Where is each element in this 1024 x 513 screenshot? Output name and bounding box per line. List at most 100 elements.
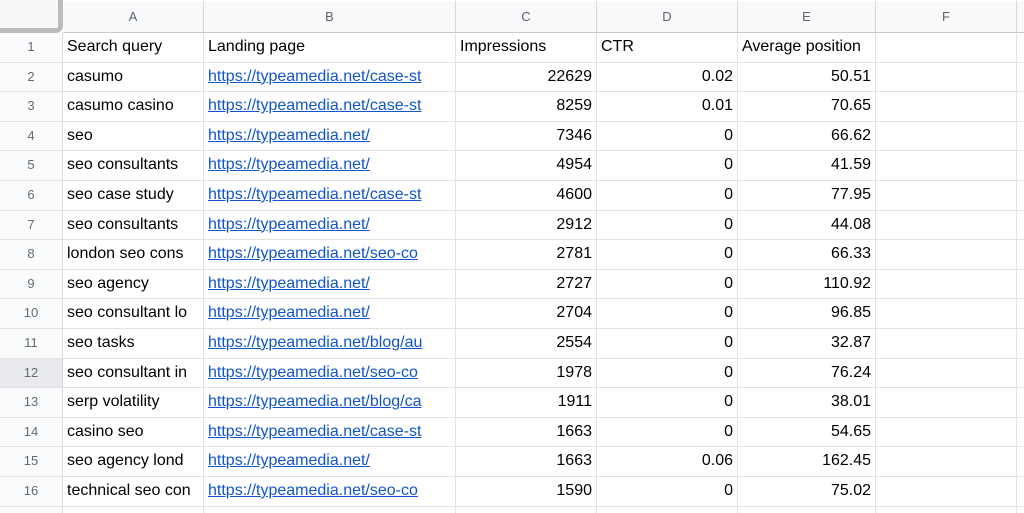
- cell-D6-ctr[interactable]: 0: [597, 181, 738, 211]
- cell-E8-average-position[interactable]: 66.33: [738, 240, 876, 270]
- cell-A9-search-query[interactable]: seo agency: [63, 270, 204, 300]
- cell-B7-landing-page-link[interactable]: https://typeamedia.net/: [204, 211, 456, 241]
- cell-F1[interactable]: [876, 33, 1017, 63]
- cell-D16-ctr[interactable]: 0: [597, 477, 738, 507]
- cell-B12-landing-page-link[interactable]: https://typeamedia.net/seo-co: [204, 359, 456, 389]
- column-header-f[interactable]: F: [876, 0, 1017, 33]
- cell-D12-ctr[interactable]: 0: [597, 359, 738, 389]
- cell-C8-impressions[interactable]: 2781: [456, 240, 597, 270]
- cell-F5[interactable]: [876, 151, 1017, 181]
- row-header-13[interactable]: 13: [0, 388, 63, 418]
- row-header-14[interactable]: 14: [0, 418, 63, 448]
- row-header-11[interactable]: 11: [0, 329, 63, 359]
- cell-E14-average-position[interactable]: 54.65: [738, 418, 876, 448]
- cell-B9-landing-page-link[interactable]: https://typeamedia.net/: [204, 270, 456, 300]
- row-header-5[interactable]: 5: [0, 151, 63, 181]
- cell-F7[interactable]: [876, 211, 1017, 241]
- cell-F13[interactable]: [876, 388, 1017, 418]
- cell-E6-average-position[interactable]: 77.95: [738, 181, 876, 211]
- cell-F16[interactable]: [876, 477, 1017, 507]
- select-all-corner[interactable]: [0, 0, 63, 33]
- row-header-8[interactable]: 8: [0, 240, 63, 270]
- cell-F15[interactable]: [876, 447, 1017, 477]
- cell-B8-landing-page-link[interactable]: https://typeamedia.net/seo-co: [204, 240, 456, 270]
- cell-E3-average-position[interactable]: 70.65: [738, 92, 876, 122]
- cell-D10-ctr[interactable]: 0: [597, 299, 738, 329]
- cell-B16-landing-page-link[interactable]: https://typeamedia.net/seo-co: [204, 477, 456, 507]
- cell-E9-average-position[interactable]: 110.92: [738, 270, 876, 300]
- cell-C5-impressions[interactable]: 4954: [456, 151, 597, 181]
- cell-D1[interactable]: CTR: [597, 33, 738, 63]
- cell-B13-landing-page-link[interactable]: https://typeamedia.net/blog/ca: [204, 388, 456, 418]
- cell-B14-landing-page-link[interactable]: https://typeamedia.net/case-st: [204, 418, 456, 448]
- cell-C15-impressions[interactable]: 1663: [456, 447, 597, 477]
- row-header-4[interactable]: 4: [0, 122, 63, 152]
- cell-F2[interactable]: [876, 63, 1017, 93]
- cell-B10-landing-page-link[interactable]: https://typeamedia.net/: [204, 299, 456, 329]
- row-header-3[interactable]: 3: [0, 92, 63, 122]
- row-header-2[interactable]: 2: [0, 63, 63, 93]
- cell-C2-impressions[interactable]: 22629: [456, 63, 597, 93]
- row-header-7[interactable]: 7: [0, 211, 63, 241]
- cell-E16-average-position[interactable]: 75.02: [738, 477, 876, 507]
- cell-A8-search-query[interactable]: london seo cons: [63, 240, 204, 270]
- cell-A7-search-query[interactable]: seo consultants: [63, 211, 204, 241]
- cell-F6[interactable]: [876, 181, 1017, 211]
- cell-E7-average-position[interactable]: 44.08: [738, 211, 876, 241]
- cell-A4-search-query[interactable]: seo: [63, 122, 204, 152]
- cell-B11-landing-page-link[interactable]: https://typeamedia.net/blog/au: [204, 329, 456, 359]
- cell-A11-search-query[interactable]: seo tasks: [63, 329, 204, 359]
- column-header-b[interactable]: B: [204, 0, 456, 33]
- cell-C13-impressions[interactable]: 1911: [456, 388, 597, 418]
- row-header-9[interactable]: 9: [0, 270, 63, 300]
- cell-A2-search-query[interactable]: casumo: [63, 63, 204, 93]
- cell-D11-ctr[interactable]: 0: [597, 329, 738, 359]
- cell-F12[interactable]: [876, 359, 1017, 389]
- row-header-15[interactable]: 15: [0, 447, 63, 477]
- cell-F3[interactable]: [876, 92, 1017, 122]
- cell-F9[interactable]: [876, 270, 1017, 300]
- cell-C9-impressions[interactable]: 2727: [456, 270, 597, 300]
- row-header-10[interactable]: 10: [0, 299, 63, 329]
- cell-A10-search-query[interactable]: seo consultant lo: [63, 299, 204, 329]
- cell-A5-search-query[interactable]: seo consultants: [63, 151, 204, 181]
- cell-C6-impressions[interactable]: 4600: [456, 181, 597, 211]
- cell-A16-search-query[interactable]: technical seo con: [63, 477, 204, 507]
- cell-C3-impressions[interactable]: 8259: [456, 92, 597, 122]
- cell-D2-ctr[interactable]: 0.02: [597, 63, 738, 93]
- cell-D3-ctr[interactable]: 0.01: [597, 92, 738, 122]
- column-header-a[interactable]: A: [63, 0, 204, 33]
- cell-F14[interactable]: [876, 418, 1017, 448]
- cell-B6-landing-page-link[interactable]: https://typeamedia.net/case-st: [204, 181, 456, 211]
- cell-E15-average-position[interactable]: 162.45: [738, 447, 876, 477]
- cell-F4[interactable]: [876, 122, 1017, 152]
- cell-F8[interactable]: [876, 240, 1017, 270]
- row-header-16[interactable]: 16: [0, 477, 63, 507]
- cell-E5-average-position[interactable]: 41.59: [738, 151, 876, 181]
- cell-E4-average-position[interactable]: 66.62: [738, 122, 876, 152]
- cell-D15-ctr[interactable]: 0.06: [597, 447, 738, 477]
- column-header-c[interactable]: C: [456, 0, 597, 33]
- cell-A1[interactable]: Search query: [63, 33, 204, 63]
- cell-A3-search-query[interactable]: casumo casino: [63, 92, 204, 122]
- cell-B15-landing-page-link[interactable]: https://typeamedia.net/: [204, 447, 456, 477]
- cell-E10-average-position[interactable]: 96.85: [738, 299, 876, 329]
- cell-C14-impressions[interactable]: 1663: [456, 418, 597, 448]
- cell-A14-search-query[interactable]: casino seo: [63, 418, 204, 448]
- cell-B3-landing-page-link[interactable]: https://typeamedia.net/case-st: [204, 92, 456, 122]
- cell-E13-average-position[interactable]: 38.01: [738, 388, 876, 418]
- column-header-d[interactable]: D: [597, 0, 738, 33]
- cell-C16-impressions[interactable]: 1590: [456, 477, 597, 507]
- cell-C10-impressions[interactable]: 2704: [456, 299, 597, 329]
- cell-C11-impressions[interactable]: 2554: [456, 329, 597, 359]
- cell-C4-impressions[interactable]: 7346: [456, 122, 597, 152]
- cell-D5-ctr[interactable]: 0: [597, 151, 738, 181]
- cell-E12-average-position[interactable]: 76.24: [738, 359, 876, 389]
- cell-A12-search-query[interactable]: seo consultant in: [63, 359, 204, 389]
- cell-C7-impressions[interactable]: 2912: [456, 211, 597, 241]
- cell-E1[interactable]: Average position: [738, 33, 876, 63]
- column-header-e[interactable]: E: [738, 0, 876, 33]
- cell-D13-ctr[interactable]: 0: [597, 388, 738, 418]
- row-header-1[interactable]: 1: [0, 33, 63, 63]
- cell-D4-ctr[interactable]: 0: [597, 122, 738, 152]
